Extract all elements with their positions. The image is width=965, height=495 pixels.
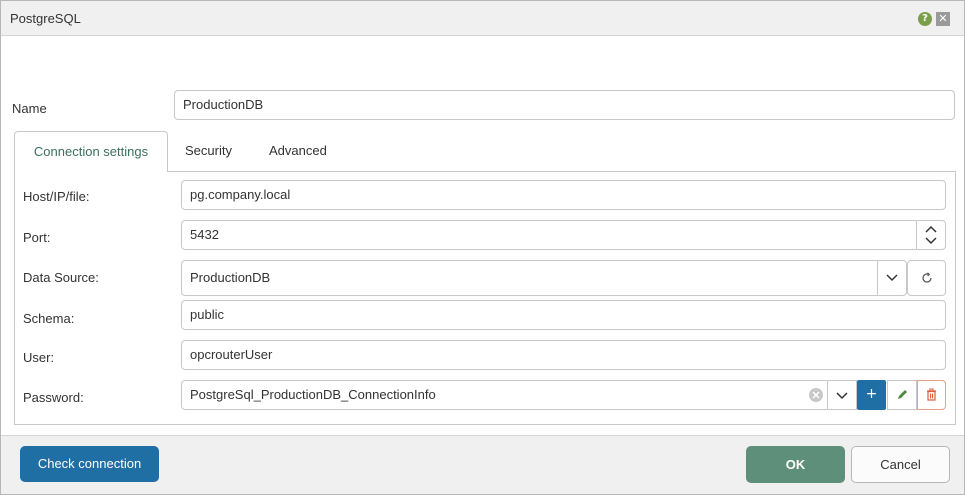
schema-label: Schema: (23, 311, 75, 326)
name-input[interactable]: ProductionDB (174, 90, 955, 120)
password-select[interactable]: PostgreSql_ProductionDB_ConnectionInfo (181, 380, 857, 410)
port-stepper[interactable] (916, 221, 945, 249)
port-label: Port: (23, 230, 51, 245)
password-value: PostgreSql_ProductionDB_ConnectionInfo (190, 387, 436, 402)
ok-button[interactable]: OK (746, 446, 845, 483)
port-value: 5432 (190, 227, 219, 242)
add-button[interactable]: + (857, 380, 886, 410)
host-value: pg.company.local (190, 187, 291, 202)
host-input[interactable]: pg.company.local (181, 180, 946, 210)
dialog-title: PostgreSQL (10, 11, 81, 26)
schema-value: public (190, 307, 224, 322)
user-input[interactable]: opcrouterUser (181, 340, 946, 370)
tab-connection-settings[interactable]: Connection settings (14, 131, 168, 172)
name-label: Name (12, 101, 47, 116)
close-icon[interactable]: ✕ (936, 12, 950, 26)
refresh-icon (922, 272, 932, 283)
dialog-footer: Check connection OK Cancel (1, 435, 964, 494)
refresh-button[interactable] (907, 260, 946, 296)
cancel-button[interactable]: Cancel (851, 446, 950, 483)
data-source-dropdown-button[interactable] (877, 261, 906, 295)
tab-advanced[interactable]: Advanced (269, 131, 327, 171)
host-label: Host/IP/file: (23, 189, 90, 204)
port-input[interactable]: 5432 (181, 220, 946, 250)
schema-input[interactable]: public (181, 300, 946, 330)
data-source-label: Data Source: (23, 270, 99, 285)
delete-button[interactable] (917, 380, 946, 410)
title-bar: PostgreSQL ? ✕ (1, 1, 964, 36)
x-icon (812, 391, 820, 399)
postgresql-dialog: PostgreSQL ? ✕ Name ProductionDB Connect… (0, 0, 965, 495)
chevron-down-icon (836, 392, 848, 400)
tab-security[interactable]: Security (185, 131, 232, 171)
edit-button[interactable] (887, 380, 917, 410)
question-mark-icon[interactable]: ? (918, 12, 932, 26)
check-connection-button[interactable]: Check connection (20, 446, 159, 482)
trash-icon (927, 388, 936, 401)
pencil-icon (898, 390, 907, 399)
plus-icon: + (865, 386, 878, 402)
data-source-select[interactable]: ProductionDB (181, 260, 907, 296)
user-label: User: (23, 350, 55, 365)
clear-icon[interactable] (809, 388, 823, 402)
chevron-down-icon (886, 274, 898, 282)
password-label: Password: (23, 390, 84, 405)
chevron-up-down-icon (925, 225, 937, 245)
password-dropdown-button[interactable] (827, 381, 856, 409)
user-value: opcrouterUser (190, 347, 273, 362)
data-source-value: ProductionDB (190, 270, 271, 285)
